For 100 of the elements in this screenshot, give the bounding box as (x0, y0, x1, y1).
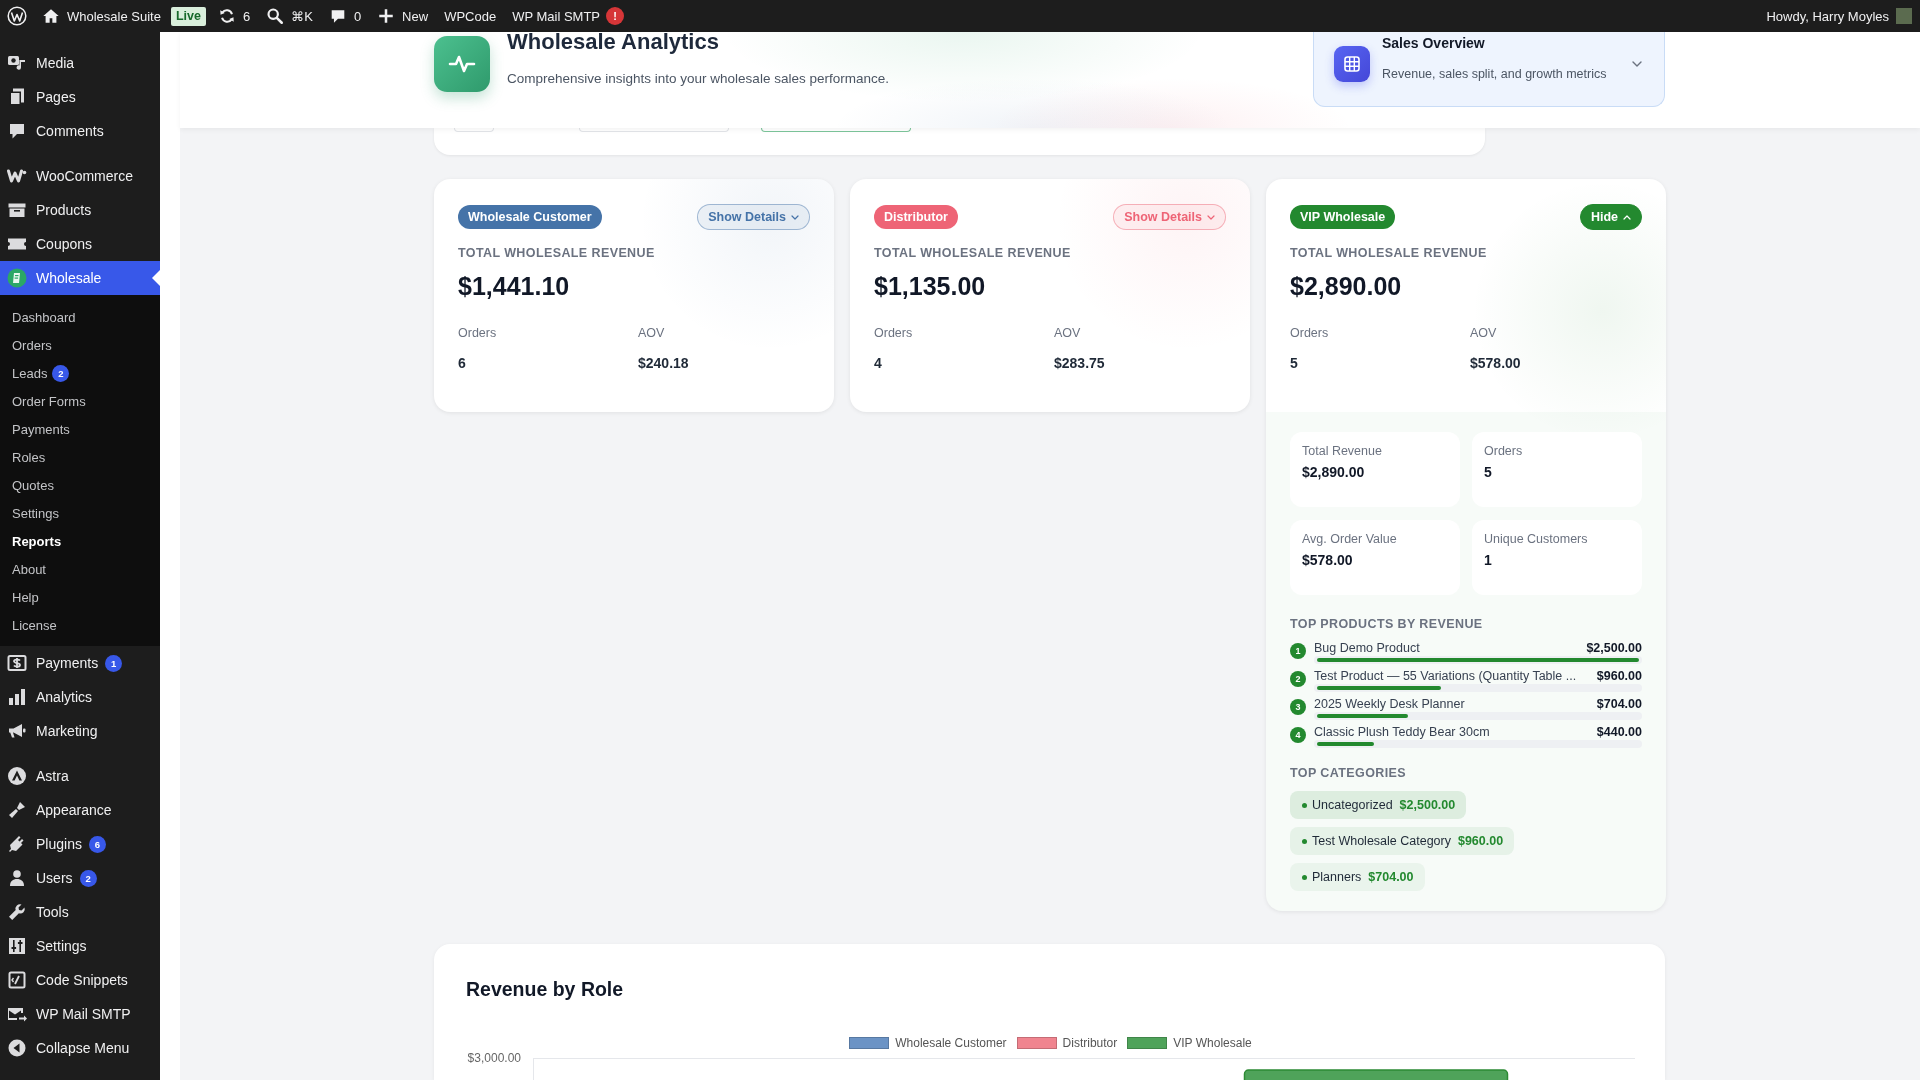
stat-value: $578.00 (1470, 354, 1521, 372)
tile-value: $2,890.00 (1302, 463, 1365, 481)
metric-label: TOTAL WHOLESALE REVENUE (1290, 246, 1488, 261)
submenu-item[interactable]: Help (0, 583, 160, 611)
speech-bubble-icon (7, 121, 27, 141)
section-heading: TOP CATEGORIES (1290, 766, 1407, 780)
sidebar-item[interactable]: Settings (0, 929, 160, 963)
tile-label: Total Revenue (1302, 443, 1382, 459)
submenu-item[interactable]: Order Forms (0, 387, 160, 415)
code-file-icon (7, 970, 27, 990)
page-subtitle: Comprehensive insights into your wholesale sales performance. (507, 70, 889, 88)
account-menu[interactable]: Howdy, Harry Moyles (1758, 0, 1920, 32)
product-amount: $2,500.00 (1586, 640, 1642, 656)
metric-label: TOTAL WHOLESALE REVENUE (874, 246, 1072, 261)
paintbrush-icon (7, 800, 27, 820)
sliders-icon (7, 936, 27, 956)
submenu-item[interactable]: Payments (0, 415, 160, 443)
count-badge: 6 (88, 835, 106, 853)
sidebar-item[interactable]: Tools (0, 895, 160, 929)
rank-badge: 3 (1290, 699, 1306, 715)
toolbar-link[interactable]: WP Mail SMTP ! (504, 0, 633, 32)
tile-label: Unique Customers (1484, 531, 1588, 547)
pulse-icon (434, 36, 490, 92)
sidebar-item[interactable]: Comments (0, 114, 160, 148)
submenu-item[interactable]: Dashboard (0, 303, 160, 331)
plus-icon (377, 7, 396, 25)
sidebar-item[interactable]: Marketing (0, 714, 160, 748)
sidebar-item[interactable]: Media (0, 46, 160, 80)
legend-label: Wholesale Customer (895, 1036, 1007, 1050)
sidebar-item[interactable]: Products (0, 193, 160, 227)
tile-value: 1 (1484, 551, 1492, 569)
metric-label: TOTAL WHOLESALE REVENUE (458, 246, 656, 261)
stat-label: Orders (1290, 325, 1329, 341)
sidebar-item[interactable]: Coupons (0, 227, 160, 261)
rank-badge: 1 (1290, 643, 1306, 659)
tile-value: 5 (1484, 463, 1492, 481)
grid-icon (1334, 46, 1370, 82)
product-name: Classic Plush Teddy Bear 30cm (1314, 724, 1490, 740)
refresh-icon (217, 7, 236, 25)
submenu-item[interactable]: Leads 2 (0, 359, 160, 387)
category-amount: $960.00 (1457, 834, 1504, 848)
dot-icon (1302, 838, 1307, 844)
category-amount: $2,500.00 (1399, 798, 1456, 812)
site-name-link[interactable]: Wholesale Suite (34, 0, 169, 32)
search-button[interactable]: ⌘K (258, 0, 321, 32)
sidebar-item[interactable]: Appearance (0, 793, 160, 827)
section-dropdown[interactable]: Sales Overview Revenue, sales split, and growth metrics (1313, 32, 1665, 107)
chevron-down-icon (1207, 214, 1215, 220)
new-content-link[interactable]: New (369, 0, 437, 32)
avatar-placeholder (1896, 8, 1912, 24)
submenu-item[interactable]: License (0, 611, 160, 639)
stat-label: Orders (874, 325, 913, 341)
submenu-item[interactable]: Quotes (0, 471, 160, 499)
product-amount: $704.00 (1596, 696, 1642, 712)
chart-title: Revenue by Role (466, 977, 624, 1001)
tile-label: Avg. Order Value (1302, 531, 1397, 547)
sidebar-item[interactable]: Collapse Menu (0, 1031, 160, 1065)
person-icon (7, 868, 27, 888)
category-amount: $704.00 (1368, 870, 1414, 884)
triangle-circle-logo-icon (7, 766, 27, 786)
submenu-item[interactable]: Roles (0, 443, 160, 471)
submenu-item[interactable]: About (0, 555, 160, 583)
details-toggle-button[interactable]: Show Details (697, 204, 810, 230)
chevron-down-icon (791, 214, 799, 220)
alert-badge: ! (606, 7, 625, 25)
sidebar-item[interactable]: Plugins 6 (0, 827, 160, 861)
sidebar-item[interactable]: Wholesale (0, 261, 160, 295)
sidebar-item[interactable]: Pages (0, 80, 160, 114)
sidebar-item[interactable]: Analytics (0, 680, 160, 714)
revenue-amount: $2,890.00 (1290, 271, 1403, 301)
stat-label: AOV (1054, 325, 1081, 341)
submenu-item[interactable]: Settings (0, 499, 160, 527)
submenu-item[interactable]: Reports (0, 527, 160, 555)
revenue-amount: $1,135.00 (874, 271, 987, 301)
search-icon (266, 7, 285, 25)
stat-label: AOV (1470, 325, 1497, 341)
submenu-item[interactable]: Orders (0, 331, 160, 359)
sidebar-item[interactable]: WooCommerce (0, 159, 160, 193)
stat-value: 6 (458, 354, 466, 372)
sidebar-item[interactable]: Payments 1 (0, 646, 160, 680)
stat-label: Orders (458, 325, 497, 341)
details-toggle-button[interactable]: Hide (1579, 204, 1642, 230)
megaphone-icon (7, 721, 27, 741)
home-icon (42, 7, 60, 25)
stat-value: 5 (1290, 354, 1298, 372)
sidebar-item[interactable]: Code Snippets (0, 963, 160, 997)
tile-value: $578.00 (1302, 551, 1353, 569)
sidebar-item[interactable]: Users 2 (0, 861, 160, 895)
w-circle-logo-icon[interactable] (7, 6, 27, 26)
count-badge: 2 (79, 869, 97, 887)
dot-icon (1302, 802, 1307, 808)
stat-label: AOV (638, 325, 665, 341)
role-badge: Wholesale Customer (458, 205, 602, 229)
stat-value: $240.18 (638, 354, 689, 372)
sidebar-item[interactable]: WP Mail SMTP (0, 997, 160, 1031)
comments-link[interactable]: 0 (320, 0, 370, 32)
updates-link[interactable]: 6 (209, 0, 259, 32)
sidebar-item[interactable]: Astra (0, 759, 160, 793)
rank-badge: 4 (1290, 727, 1306, 743)
toolbar-link[interactable]: WPCode (436, 0, 505, 32)
